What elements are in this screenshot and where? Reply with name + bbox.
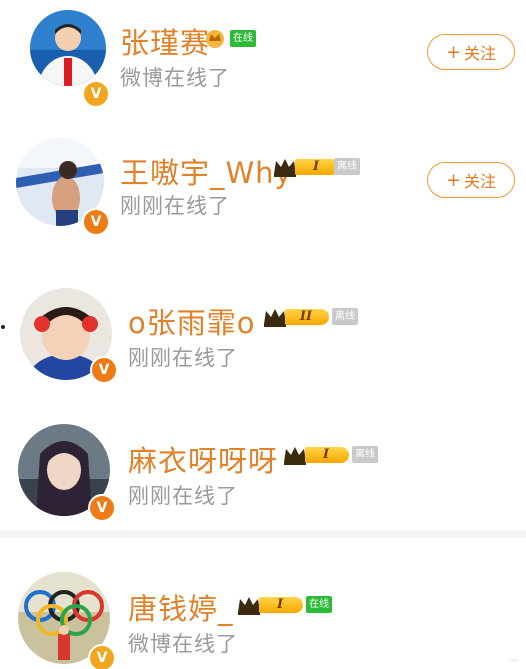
user-status: 微博在线了 <box>128 632 238 656</box>
user-status: 微博在线了 <box>120 66 230 90</box>
follow-button[interactable]: + 关注 <box>427 162 515 198</box>
list-item[interactable]: V 唐钱婷_ I 在线 微博在线了 <box>0 540 526 669</box>
plus-icon: + <box>445 41 462 63</box>
plus-icon: + <box>445 169 462 191</box>
user-name[interactable]: 张瑾赛 <box>120 20 210 62</box>
user-status: 刚刚在线了 <box>128 484 238 508</box>
list-item[interactable]: V 张瑾赛 在线 微博在线了 + 关注 <box>0 0 526 115</box>
user-name[interactable]: 唐钱婷_ <box>128 586 234 628</box>
vip-badge: I <box>282 444 349 466</box>
user-name[interactable]: 麻衣呀呀呀 <box>128 438 278 480</box>
v-badge-icon: V <box>82 80 110 108</box>
v-badge-icon: V <box>90 356 118 384</box>
vip-badge: II <box>262 306 329 328</box>
vip-badge: I <box>236 594 303 616</box>
vip-crown-icon <box>204 28 226 48</box>
offline-tag: 离线 <box>352 446 378 463</box>
online-tag: 在线 <box>230 30 256 47</box>
section-divider <box>0 530 526 538</box>
user-name[interactable]: 王嗷宇_Why <box>120 150 293 192</box>
v-badge-icon: V <box>82 208 110 236</box>
vip-badge: I <box>272 156 339 178</box>
list-item[interactable]: V o张雨霏o II 离线 刚刚在线了 <box>0 270 526 405</box>
watermark: ··· <box>508 656 518 667</box>
v-badge-icon: V <box>88 494 116 522</box>
user-status: 刚刚在线了 <box>128 346 238 370</box>
offline-tag: 离线 <box>334 158 360 175</box>
online-tag: 在线 <box>306 596 332 613</box>
user-name[interactable]: o张雨霏o <box>128 300 256 342</box>
contact-list: V 张瑾赛 在线 微博在线了 + 关注 V 王嗷宇_Why I 离线 刚刚在线了… <box>0 0 526 669</box>
list-item[interactable]: V 王嗷宇_Why I 离线 刚刚在线了 + 关注 <box>0 128 526 243</box>
offline-tag: 离线 <box>332 308 358 325</box>
user-status: 刚刚在线了 <box>120 194 230 218</box>
avatar[interactable] <box>30 10 106 86</box>
v-badge-icon: V <box>88 644 116 669</box>
follow-button[interactable]: + 关注 <box>427 34 515 70</box>
list-item[interactable]: V 麻衣呀呀呀 I 离线 刚刚在线了 <box>0 410 526 530</box>
